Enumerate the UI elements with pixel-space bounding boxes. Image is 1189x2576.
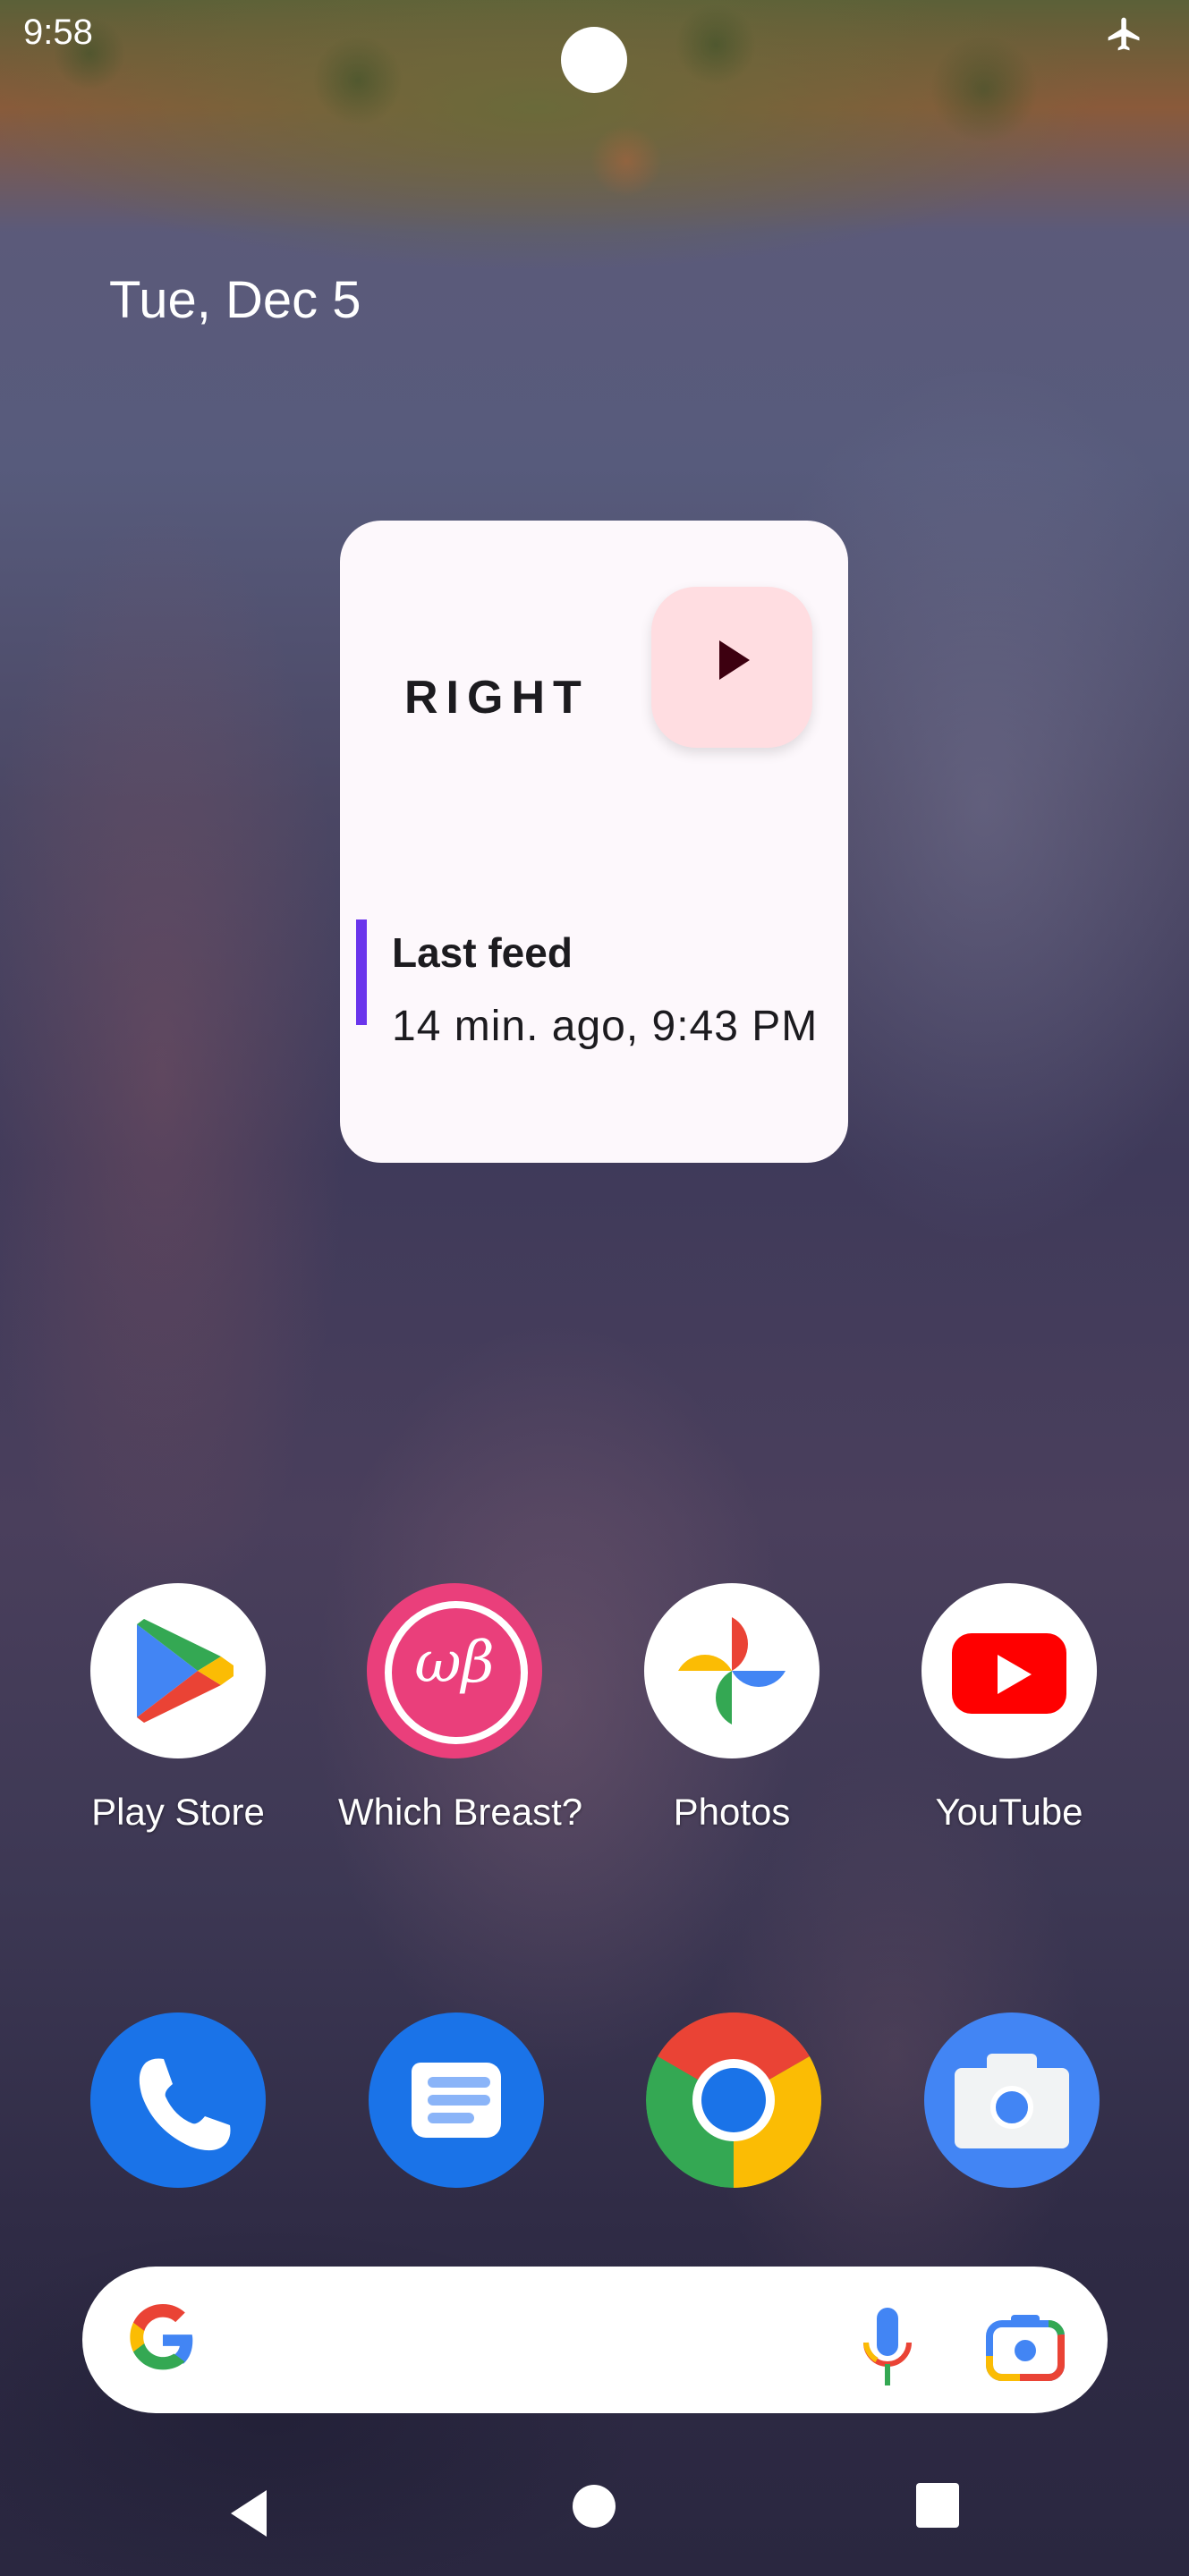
app-play-store[interactable]: Play Store — [62, 1583, 294, 1834]
status-time: 9:58 — [23, 13, 93, 52]
app-photos[interactable]: Photos — [616, 1583, 848, 1834]
last-feed-time: 14 min. ago, 9:43 PM — [392, 1003, 819, 1050]
side-label: RIGHT — [404, 672, 590, 724]
nav-back-button[interactable] — [224, 2478, 274, 2549]
app-label: Photos — [673, 1791, 791, 1833]
camera-cutout — [561, 27, 627, 93]
app-youtube[interactable]: YouTube — [893, 1583, 1125, 1834]
which-breast-icon: ωβ — [367, 1583, 542, 1758]
accent-bar — [356, 919, 367, 1025]
date-label[interactable]: Tue, Dec 5 — [109, 270, 361, 330]
camera-icon — [955, 2054, 1069, 2148]
play-icon — [719, 640, 750, 680]
phone-icon — [139, 2058, 231, 2151]
dock-chrome[interactable] — [646, 2012, 821, 2188]
airplane-mode-icon — [1108, 17, 1140, 51]
photos-icon — [644, 1583, 820, 1758]
app-label: Play Store — [91, 1791, 265, 1833]
app-label: Which Breast? — [338, 1791, 583, 1833]
messages-icon — [412, 2063, 501, 2138]
start-feed-button[interactable] — [651, 587, 812, 748]
google-search-bar[interactable] — [82, 2267, 1108, 2413]
google-logo-icon — [130, 2304, 193, 2370]
app-which-breast[interactable]: ωβ Which Breast? — [338, 1583, 583, 1834]
nav-home-button[interactable] — [573, 2485, 616, 2528]
lens-icon[interactable] — [986, 2309, 1065, 2381]
chrome-icon — [646, 2012, 821, 2188]
feeding-widget[interactable]: RIGHT Last feed 14 min. ago, 9:43 PM — [340, 521, 848, 1163]
app-label: YouTube — [935, 1791, 1083, 1833]
dock-camera[interactable] — [924, 2012, 1100, 2188]
microphone-icon[interactable] — [861, 2308, 914, 2388]
wallpaper — [0, 0, 1189, 2576]
last-feed-title: Last feed — [392, 929, 573, 976]
youtube-icon — [921, 1583, 1097, 1758]
dock-messages[interactable] — [369, 2012, 544, 2188]
play-store-icon — [90, 1583, 266, 1758]
dock-phone[interactable] — [90, 2012, 266, 2188]
status-bar: 9:58 — [0, 0, 1189, 93]
nav-recents-button[interactable] — [916, 2483, 959, 2528]
